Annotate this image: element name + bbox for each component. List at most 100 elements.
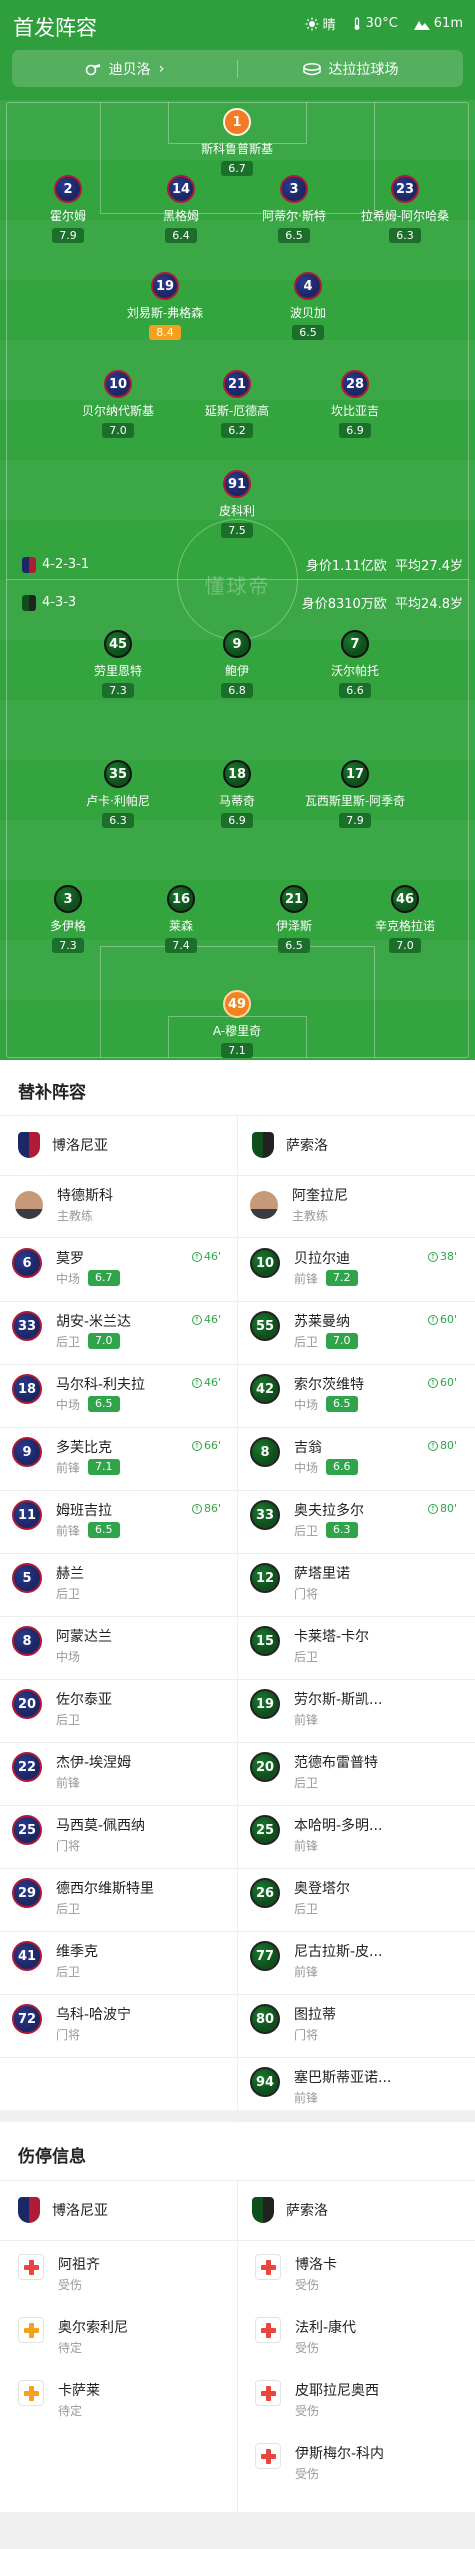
sub-info: 范德布雷普特 后卫 [294,1752,378,1791]
away-injury-row[interactable]: 博洛卡 受伤 [255,2254,337,2293]
away-sub-row[interactable]: 19 劳尔斯-斯凯... 前锋 [250,1689,382,1728]
player-rating: 8.4 [149,325,181,340]
sub-rating: 6.3 [326,1521,358,1538]
sub-name: 乌科-哈波宁 [56,2007,132,2023]
row-divider [0,1490,237,1491]
away-sub-row[interactable]: 8 吉翁 中场 6.6 [250,1437,358,1476]
away-injury-row[interactable]: 法利-康代 受伤 [255,2317,356,2356]
player-name: 马蒂奇 [218,794,255,808]
page-footer [0,2512,475,2549]
away-team-logo [22,594,36,611]
away-sub-row[interactable]: 20 范德布雷普特 后卫 [250,1752,378,1791]
away-player[interactable]: 35 卢卡·利帕尼 6.3 [63,760,173,828]
home-sub-row[interactable]: 41 维季克 后卫 [12,1941,98,1980]
home-player[interactable]: 4 波贝加 6.5 [253,272,363,340]
away-sub-row[interactable]: 33 奥夫拉多尔 后卫 6.3 [250,1500,364,1539]
sub-in-badge: ↑ 60' [428,1313,457,1326]
sub-rating: 7.0 [88,1332,120,1349]
row-divider [238,1616,475,1617]
player-number: 28 [341,370,369,398]
sub-in-icon: ↑ [192,1377,202,1388]
home-player[interactable]: 3 阿蒂尔·斯特 6.5 [239,175,349,243]
home-sub-row[interactable]: 5 赫兰 后卫 [12,1563,84,1602]
sub-number: 19 [250,1689,280,1719]
sub-position: 门将 [56,1839,81,1853]
sub-pos-line: 后卫 [56,1898,154,1917]
sub-rating: 6.5 [88,1395,120,1412]
sub-info: 姆班吉拉 前锋 6.5 [56,1500,120,1539]
away-injury-row[interactable]: 皮耶拉尼奥西 受伤 [255,2380,379,2419]
away-sub-row[interactable]: 94 塞巴斯蒂亚诺... 前锋 [250,2067,391,2106]
away-player[interactable]: 45 劳里恩特 7.3 [63,630,173,698]
home-sub-row[interactable]: 25 马西莫-佩西纳 门将 [12,1815,145,1854]
away-sub-row[interactable]: 80 图拉蒂 门将 [250,2004,336,2043]
player-rating: 6.8 [221,683,253,698]
injury-status: 受伤 [295,2341,320,2355]
home-sub-row[interactable]: 22 杰伊-埃涅姆 前锋 [12,1752,131,1791]
away-sub-row[interactable]: 77 尼古拉斯-皮... 前锋 [250,1941,382,1980]
home-player[interactable]: 2 霍尔姆 7.9 [13,175,123,243]
referee-link[interactable]: 迪贝洛 › [12,59,237,79]
away-sub-row[interactable]: 25 本哈明-多明... 前锋 [250,1815,382,1854]
home-player[interactable]: 14 黑格姆 6.4 [126,175,236,243]
home-player[interactable]: 28 坎比亚吉 6.9 [300,370,410,438]
home-injury-row[interactable]: 卡萨莱 待定 [18,2380,100,2419]
injury-info: 奥尔索利尼 待定 [58,2317,128,2356]
away-player[interactable]: 46 辛克格拉诺 7.0 [350,885,460,953]
bologna-logo-icon [18,1132,40,1158]
sub-pos-line: 前锋 [294,1835,382,1854]
home-injury-row[interactable]: 奥尔索利尼 待定 [18,2317,128,2356]
sub-in-icon: ↑ [192,1503,202,1514]
row-divider [0,1805,237,1806]
sub-number: 77 [250,1941,280,1971]
away-sub-row[interactable]: 42 索尔茨维特 中场 6.5 [250,1374,364,1413]
home-injury-row[interactable]: 阿祖齐 受伤 [18,2254,100,2293]
away-sub-row[interactable]: 26 奥登塔尔 后卫 [250,1878,350,1917]
home-sub-row[interactable]: 6 莫罗 中场 6.7 [12,1248,120,1287]
away-coach[interactable]: 阿奎拉尼 主教练 [250,1185,348,1224]
pitch: 懂球帝 4-2-3-1 身价1.11亿欧 平均27.4岁 4-3-3 身价831… [0,100,475,1060]
home-sub-row[interactable]: 9 多芙比克 前锋 7.1 [12,1437,120,1476]
away-player[interactable]: 7 沃尔帕托 6.6 [300,630,410,698]
away-player[interactable]: 3 多伊格 7.3 [13,885,123,953]
away-sub-row[interactable]: 55 苏莱曼纳 后卫 7.0 [250,1311,358,1350]
away-player[interactable]: 9 鲍伊 6.8 [182,630,292,698]
away-player[interactable]: 16 莱森 7.4 [126,885,236,953]
home-sub-row[interactable]: 29 德西尔维斯特里 后卫 [12,1878,154,1917]
sub-number: 33 [250,1500,280,1530]
home-sub-row[interactable]: 33 胡安-米兰达 后卫 7.0 [12,1311,131,1350]
home-sub-row[interactable]: 11 姆班吉拉 前锋 6.5 [12,1500,120,1539]
row-divider [0,1301,237,1302]
sub-number: 20 [250,1752,280,1782]
sub-name: 卡莱塔-卡尔 [294,1629,370,1645]
player-number: 16 [167,885,195,913]
away-sub-row[interactable]: 12 萨塔里诺 门将 [250,1563,350,1602]
sub-name: 萨塔里诺 [294,1566,350,1582]
home-coach[interactable]: 特德斯科 主教练 [15,1185,113,1224]
away-sub-row[interactable]: 15 卡莱塔-卡尔 后卫 [250,1626,369,1665]
home-sub-row[interactable]: 18 马尔科-利夫拉 中场 6.5 [12,1374,145,1413]
home-player[interactable]: 19 刘易斯-弗格森 8.4 [110,272,220,340]
home-player[interactable]: 23 拉希姆-阿尔哈桑 6.3 [350,175,460,243]
sub-name: 德西尔维斯特里 [56,1881,154,1897]
away-sub-row[interactable]: 10 贝拉尔迪 前锋 7.2 [250,1248,358,1287]
row-divider [238,1553,475,1554]
injury-cross-icon [255,2443,281,2469]
home-sub-row[interactable]: 8 阿蒙达兰 中场 [12,1626,112,1665]
player-number: 91 [223,470,251,498]
lineup-header: 首发阵容 晴 30°C 61m 迪贝洛 › 达拉拉球场 [0,0,475,100]
injury-info: 法利-康代 受伤 [295,2317,356,2356]
home-sub-row[interactable]: 20 佐尔泰亚 后卫 [12,1689,112,1728]
home-player[interactable]: 1 斯科鲁普斯基 6.7 [182,108,292,176]
home-player[interactable]: 91 皮科利 7.5 [182,470,292,538]
away-injury-row[interactable]: 伊斯梅尔-科内 受伤 [255,2443,384,2482]
row-divider [0,1427,237,1428]
away-player[interactable]: 21 伊泽斯 6.5 [239,885,349,953]
sub-in-icon: ↑ [428,1251,438,1262]
away-player[interactable]: 49 A-穆里奇 7.1 [182,990,292,1058]
away-player[interactable]: 18 马蒂奇 6.9 [182,760,292,828]
home-player[interactable]: 10 贝尔纳代斯基 7.0 [63,370,173,438]
home-sub-row[interactable]: 72 乌科-哈波宁 门将 [12,2004,131,2043]
home-player[interactable]: 21 延斯-厄德高 6.2 [182,370,292,438]
away-player[interactable]: 17 瓦西斯里斯-阿季奇 7.9 [300,760,410,828]
